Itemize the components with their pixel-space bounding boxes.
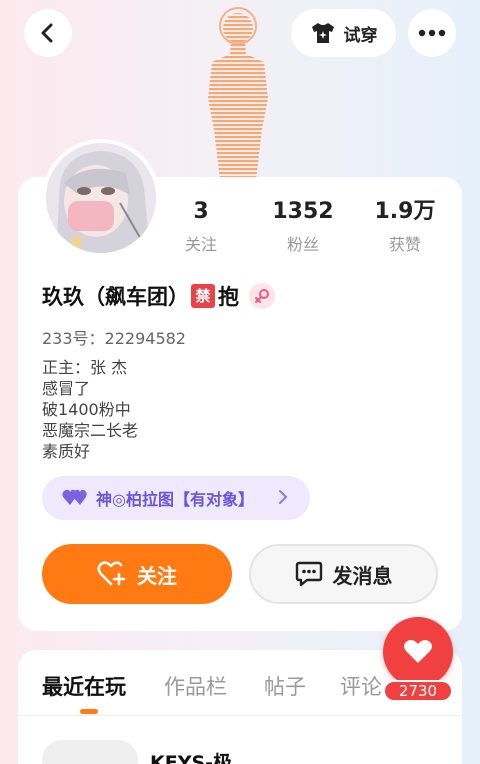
follow-label: 关注 bbox=[137, 563, 177, 588]
ban-badge: 禁 bbox=[191, 284, 215, 308]
tab-posts[interactable]: 帖子 bbox=[264, 671, 306, 701]
try-on-label: 试穿 bbox=[343, 25, 378, 46]
shirt-sparkle-icon bbox=[311, 23, 334, 43]
game-title[interactable]: KEYS-极 bbox=[150, 748, 232, 764]
stat-label: 获赞 bbox=[388, 235, 421, 254]
message-button[interactable]: 发消息 bbox=[249, 544, 438, 604]
more-dots-icon bbox=[418, 29, 446, 37]
stat-followers[interactable]: 1352 粉丝 bbox=[263, 197, 343, 255]
profile-name-row: 玖玖（飙车团） 禁 抱 bbox=[42, 281, 275, 311]
like-button[interactable] bbox=[383, 617, 453, 687]
stat-following[interactable]: 3 关注 bbox=[161, 197, 241, 255]
bio-line: 感冒了 bbox=[42, 379, 91, 398]
chevron-right-icon bbox=[279, 490, 288, 504]
bio: 正主：张 杰 感冒了 破1400粉中 恶魔宗二长老 素质好 bbox=[42, 357, 138, 462]
user-id: 233号：22294582 bbox=[42, 329, 186, 348]
bio-line: 正主：张 杰 bbox=[42, 358, 128, 377]
stat-label: 粉丝 bbox=[286, 235, 319, 254]
stat-label: 关注 bbox=[184, 235, 217, 254]
stat-value: 3 bbox=[193, 199, 209, 224]
follow-button[interactable]: 关注 bbox=[42, 544, 232, 604]
avatar-figure[interactable] bbox=[186, 0, 286, 180]
divider bbox=[18, 715, 462, 716]
tab-works[interactable]: 作品栏 bbox=[164, 671, 227, 701]
game-thumbnail[interactable] bbox=[42, 740, 138, 764]
stat-value: 1352 bbox=[272, 199, 334, 224]
double-heart-icon bbox=[62, 489, 87, 505]
stat-likes[interactable]: 1.9万 获赞 bbox=[365, 197, 445, 255]
like-count: 2730 bbox=[383, 680, 453, 702]
heart-icon bbox=[404, 640, 432, 663]
female-icon bbox=[249, 283, 275, 309]
avatar[interactable] bbox=[42, 139, 160, 257]
tab-comments[interactable]: 评论 bbox=[340, 671, 382, 701]
heart-plus-icon bbox=[97, 561, 126, 586]
profile-name: 玖玖（飙车团） bbox=[42, 285, 189, 309]
bio-line: 破1400粉中 bbox=[42, 400, 131, 419]
try-on-button[interactable]: 试穿 bbox=[291, 9, 396, 57]
chat-bubble-icon bbox=[295, 561, 322, 587]
relationship-tag[interactable]: 神◎柏拉图【有对象】 bbox=[42, 476, 310, 520]
bio-line: 恶魔宗二长老 bbox=[42, 421, 139, 440]
active-tab-indicator bbox=[80, 709, 98, 714]
message-label: 发消息 bbox=[332, 563, 393, 588]
profile-name-suffix: 抱 bbox=[218, 285, 239, 309]
relationship-label: 神◎柏拉图【有对象】 bbox=[96, 490, 254, 509]
tab-recently-played[interactable]: 最近在玩 bbox=[42, 671, 126, 701]
chevron-left-icon bbox=[41, 23, 53, 43]
bio-line: 素质好 bbox=[42, 442, 91, 461]
more-button[interactable] bbox=[408, 9, 456, 57]
back-button[interactable] bbox=[24, 9, 72, 57]
stat-value: 1.9万 bbox=[374, 199, 436, 224]
